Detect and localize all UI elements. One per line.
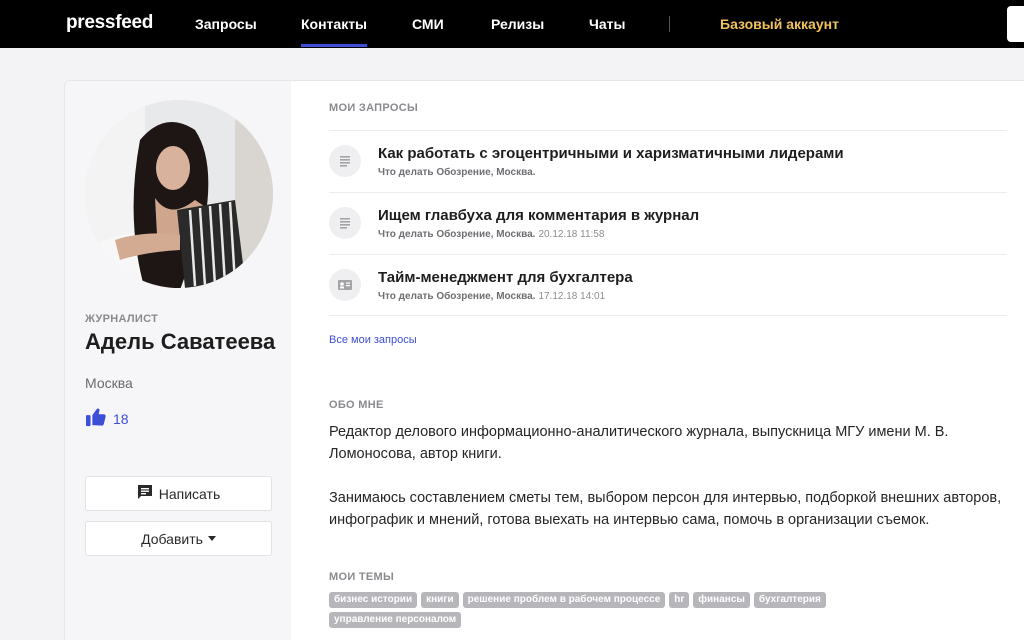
nav-divider — [669, 16, 670, 32]
topic-tag[interactable]: финансы — [693, 592, 750, 608]
profile-card: ЖУРНАЛИСТ Адель Саватеева Москва 18 Напи… — [64, 80, 1024, 640]
request-title[interactable]: Как работать с эгоцентричными и харизмат… — [378, 145, 844, 162]
write-button-label: Написать — [158, 485, 221, 502]
request-date: 17.12.18 14:01 — [538, 291, 606, 302]
topic-tags: бизнес истории книги решение проблем в р… — [329, 592, 929, 628]
likes-count: 18 — [113, 411, 129, 427]
contact-card-icon — [329, 269, 361, 301]
add-dropdown-button[interactable]: Добавить — [85, 521, 272, 556]
city-label: Москва — [85, 375, 133, 391]
document-icon — [329, 207, 361, 239]
topic-tag[interactable]: управление персоналом — [329, 612, 462, 628]
topic-tag[interactable]: решение проблем в рабочем процессе — [462, 592, 666, 608]
document-icon — [329, 145, 361, 177]
request-item[interactable]: Тайм-менеджмент для бухгалтера Что делат… — [329, 254, 1007, 316]
topic-tag[interactable]: бизнес истории — [329, 592, 418, 608]
logo[interactable]: pressfeed — [66, 12, 153, 34]
topic-tag[interactable]: книги — [421, 592, 459, 608]
request-item[interactable]: Как работать с эгоцентричными и харизмат… — [329, 130, 1007, 192]
about-paragraph-1: Редактор делового информационно-аналитич… — [329, 424, 949, 462]
nav-item-media[interactable]: СМИ — [412, 16, 444, 32]
about-paragraph-2: Занимаюсь составлением сметы тем, выборо… — [329, 490, 1002, 528]
topic-tag[interactable]: бухгалтерия — [753, 592, 826, 608]
message-icon — [137, 484, 159, 503]
requests-list: Как работать с эгоцентричными и харизмат… — [329, 130, 1007, 316]
profile-sidebar: ЖУРНАЛИСТ Адель Саватеева Москва 18 Напи… — [65, 81, 291, 640]
nav-item-releases[interactable]: Релизы — [491, 16, 544, 32]
nav-item-contacts[interactable]: Контакты — [301, 16, 368, 47]
request-source: Что делать Обозрение, Москва. — [378, 229, 536, 240]
likes-counter[interactable]: 18 — [85, 408, 129, 430]
topics-heading: МОИ ТЕМЫ — [329, 571, 395, 583]
nav-item-requests[interactable]: Запросы — [195, 16, 257, 32]
caret-down-icon — [207, 536, 216, 541]
all-requests-link[interactable]: Все мои запросы — [329, 334, 417, 346]
request-source: Что делать Обозрение, Москва. — [378, 167, 536, 178]
search-box-edge[interactable] — [1007, 6, 1024, 42]
role-label: ЖУРНАЛИСТ — [85, 313, 159, 325]
about-heading: ОБО МНЕ — [329, 399, 384, 411]
request-meta: Что делать Обозрение, Москва. 20.12.18 11… — [378, 229, 604, 240]
request-title[interactable]: Ищем главбуха для комментария в журнал — [378, 207, 699, 224]
request-meta: Что делать Обозрение, Москва. 17.12.18 14… — [378, 291, 605, 302]
request-meta: Что делать Обозрение, Москва. — [378, 167, 538, 178]
request-item[interactable]: Ищем главбуха для комментария в журнал Ч… — [329, 192, 1007, 254]
add-button-label: Добавить — [141, 530, 203, 547]
account-plan-link[interactable]: Базовый аккаунт — [720, 16, 839, 32]
top-navbar: pressfeed Запросы Контакты СМИ Релизы Ча… — [0, 0, 1024, 48]
avatar — [85, 100, 273, 288]
request-title[interactable]: Тайм-менеджмент для бухгалтера — [378, 269, 633, 286]
request-date: 20.12.18 11:58 — [538, 229, 605, 240]
topic-tag[interactable]: hr — [669, 592, 690, 608]
write-message-button[interactable]: Написать — [85, 476, 272, 511]
person-name: Адель Саватеева — [85, 329, 276, 354]
request-source: Что делать Обозрение, Москва. — [378, 291, 536, 302]
main-content: МОИ ЗАПРОСЫ Как работать с эгоцентричным… — [329, 81, 1024, 640]
thumbs-up-icon — [85, 407, 107, 432]
my-requests-heading: МОИ ЗАПРОСЫ — [329, 102, 419, 114]
nav-item-chats[interactable]: Чаты — [589, 16, 625, 32]
